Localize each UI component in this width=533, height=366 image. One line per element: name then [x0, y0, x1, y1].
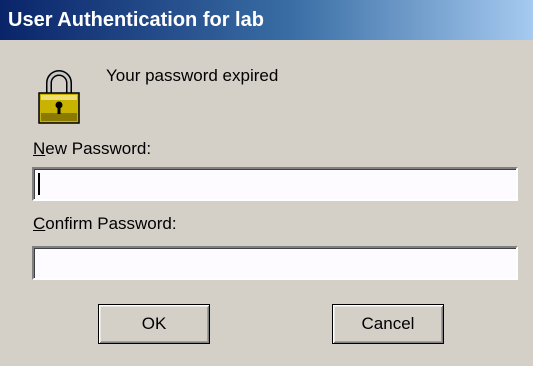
- expired-message: Your password expired: [106, 66, 279, 85]
- ok-button[interactable]: OK: [98, 304, 210, 344]
- new-password-label: New Password:: [33, 139, 151, 159]
- new-password-label-text: ew Password:: [45, 139, 152, 158]
- title-bar[interactable]: User Authentication for lab: [0, 0, 533, 40]
- confirm-password-label-accel: C: [33, 214, 46, 233]
- padlock-icon: [38, 70, 80, 124]
- text-cursor: [38, 173, 40, 195]
- confirm-password-label-text: onfirm Password:: [45, 214, 177, 233]
- confirm-password-label: Confirm Password:: [33, 214, 177, 234]
- password-expired-dialog: User Authentication for lab Your passwor…: [0, 0, 533, 366]
- new-password-input[interactable]: [32, 167, 518, 201]
- cancel-button[interactable]: Cancel: [332, 304, 444, 344]
- confirm-password-input[interactable]: [32, 246, 518, 280]
- window-title: User Authentication for lab: [8, 8, 264, 31]
- new-password-label-accel: N: [33, 139, 46, 158]
